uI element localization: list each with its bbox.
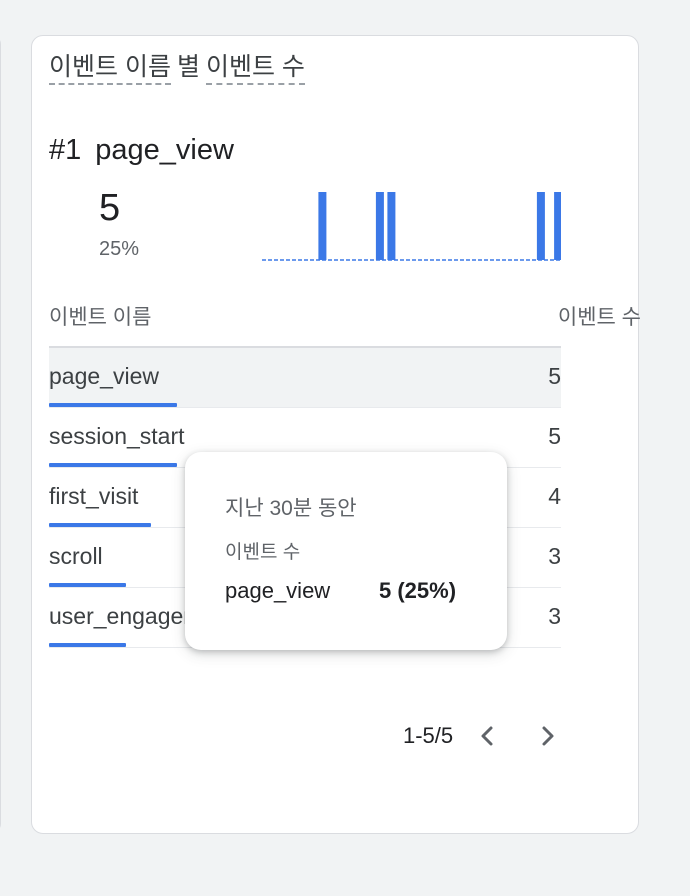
sparkline-bar [554, 192, 561, 260]
adjacent-card-edge [0, 36, 1, 832]
tooltip-metric: 이벤트 수 [225, 542, 301, 563]
metric-selector[interactable]: 이벤트 수 [205, 53, 305, 85]
row-event-name: page_view [49, 363, 159, 389]
chart-tooltip: 지난 30분 동안 이벤트 수 page_view 5 (25%) [185, 452, 507, 650]
top-item-value: 5 [99, 187, 121, 229]
sparkline-bar [318, 192, 327, 260]
tooltip-event-name: page_view [225, 578, 331, 603]
chevron-left-icon [481, 726, 493, 746]
sparkline-bar [375, 192, 384, 260]
row-share-bar [49, 583, 126, 587]
row-share-bar [49, 403, 177, 407]
row-event-count: 3 [548, 603, 561, 629]
row-share-bar [49, 463, 177, 467]
next-page-button[interactable] [530, 719, 564, 753]
row-share-bar [49, 643, 126, 647]
chevron-right-icon [542, 726, 554, 746]
card-title: 이벤트 이름 별 이벤트 수 [49, 51, 305, 85]
row-event-name: scroll [49, 543, 103, 569]
row-share-bar [49, 523, 151, 527]
row-event-name: session_start [49, 423, 185, 449]
pagination-label: 1-5/5 [403, 723, 454, 748]
top-item-rank: #1 [49, 134, 82, 166]
sparkline-chart [262, 192, 561, 261]
dimension-selector[interactable]: 이벤트 이름 [49, 53, 171, 85]
row-event-count: 5 [548, 363, 561, 389]
top-item-heading: #1 page_view [49, 133, 234, 167]
row-event-count: 3 [548, 543, 561, 569]
sparkline-bar [387, 192, 396, 260]
row-event-count: 5 [548, 423, 561, 449]
tooltip-event-value: 5 (25%) [379, 578, 457, 603]
row-event-count: 4 [548, 483, 561, 509]
tooltip-period: 지난 30분 동안 [225, 497, 357, 520]
row-event-name: first_visit [49, 483, 139, 509]
top-item-percent: 25% [99, 238, 140, 260]
column-header-event-count[interactable]: 이벤트 수 [558, 305, 641, 331]
table-row[interactable]: page_view 5 [49, 348, 561, 408]
title-separator: 별 [176, 53, 200, 81]
top-item-name: page_view [95, 134, 234, 166]
sparkline-bar [536, 192, 545, 260]
column-header-event-name[interactable]: 이벤트 이름 [49, 305, 151, 331]
previous-page-button[interactable] [471, 719, 505, 753]
